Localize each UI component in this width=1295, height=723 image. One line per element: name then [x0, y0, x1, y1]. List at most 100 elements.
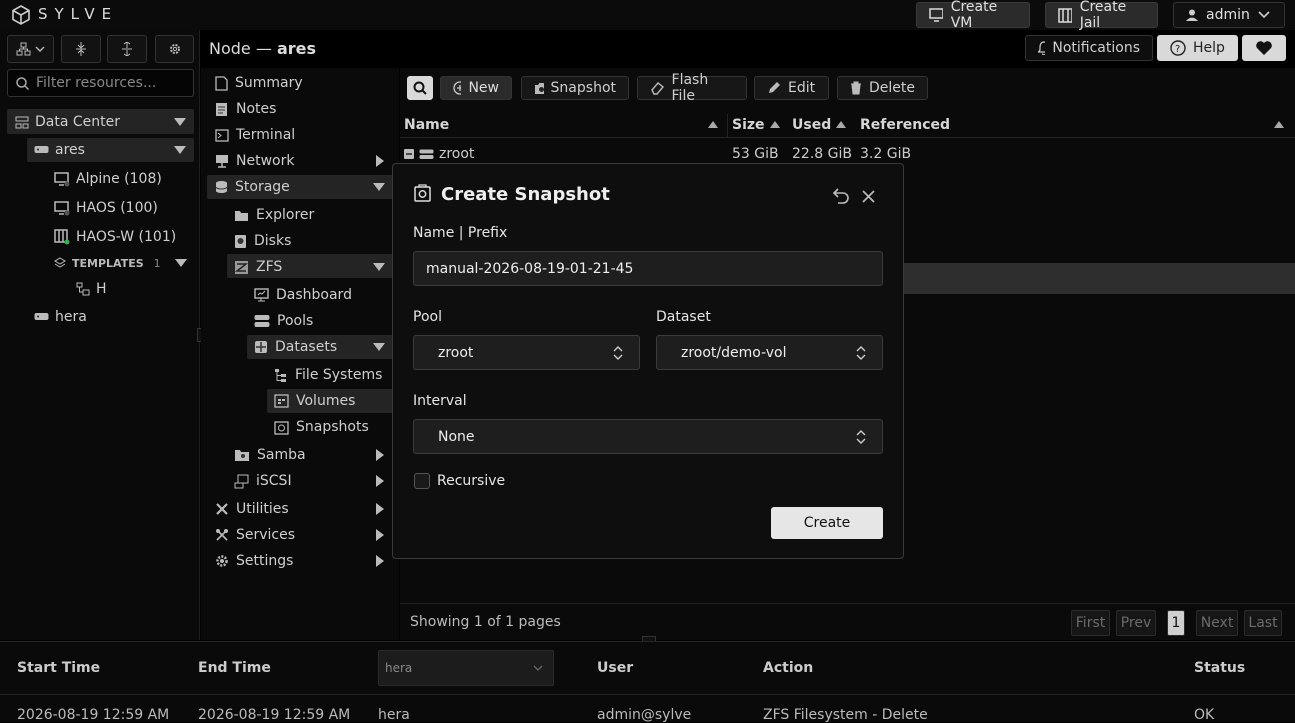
utilities-chevron-icon[interactable] — [376, 503, 384, 515]
table-row[interactable]: zroot — [404, 146, 474, 162]
close-icon[interactable] — [862, 190, 875, 203]
task-node-select[interactable]: hera — [378, 650, 554, 686]
column-header-referenced[interactable]: Referenced — [860, 114, 950, 136]
node-chevron-icon[interactable] — [174, 146, 186, 154]
nav-settings[interactable]: Settings — [215, 549, 293, 573]
nav-explorer[interactable]: Explorer — [234, 203, 314, 227]
nav-services[interactable]: Services — [215, 523, 295, 547]
nav-terminal[interactable]: Terminal — [215, 123, 295, 147]
nav-pools[interactable]: Pools — [254, 309, 313, 333]
search-button[interactable] — [407, 76, 433, 100]
nav-volumes[interactable]: Volumes — [274, 389, 355, 413]
nav-zfs[interactable]: ZFS — [234, 255, 282, 279]
nav-storage[interactable]: Storage — [215, 175, 290, 199]
collapse-button[interactable] — [61, 35, 101, 63]
dataset-select[interactable]: zroot/demo-vol — [656, 335, 883, 370]
tree-datacenter[interactable]: Data Center — [15, 110, 120, 134]
network-icon — [216, 155, 228, 168]
network-chevron-icon[interactable] — [376, 155, 384, 167]
nav-iscsi[interactable]: iSCSI — [234, 469, 292, 493]
document-icon — [215, 75, 228, 91]
datasets-chevron-icon[interactable] — [373, 343, 385, 351]
zfs-chevron-icon[interactable] — [373, 263, 385, 271]
chevron-up-down-icon — [613, 346, 623, 360]
current-page-button[interactable]: 1 — [1167, 610, 1185, 636]
nav-network[interactable]: Network — [215, 149, 294, 173]
tree-vm-alpine[interactable]: Alpine (108) — [54, 167, 162, 191]
filter-resources-input[interactable]: Filter resources... — [7, 69, 194, 97]
snapshot-label: Snapshot — [550, 80, 616, 96]
next-page-button[interactable]: Next — [1196, 610, 1238, 636]
task-column-status[interactable]: Status — [1194, 660, 1245, 676]
sort-asc-icon[interactable] — [1274, 121, 1284, 128]
delete-button[interactable]: Delete — [837, 76, 928, 100]
current-page-label: 1 — [1171, 615, 1181, 631]
nav-dashboard[interactable]: Dashboard — [254, 283, 352, 307]
tree-jail-haos-w[interactable]: HAOS-W (101) — [54, 225, 176, 249]
tree-templates[interactable]: TEMPLATES 1 — [54, 251, 161, 275]
notifications-button[interactable]: Notifications — [1025, 35, 1153, 61]
task-column-end[interactable]: End Time — [198, 660, 271, 676]
task-divider — [0, 694, 1295, 695]
reset-icon[interactable] — [833, 188, 850, 204]
nav-disks[interactable]: Disks — [234, 229, 291, 253]
edit-button[interactable]: Edit — [754, 76, 829, 100]
last-page-button[interactable]: Last — [1244, 610, 1282, 636]
help-button[interactable]: ? Help — [1157, 35, 1238, 61]
first-page-button[interactable]: First — [1071, 610, 1110, 636]
samba-chevron-icon[interactable] — [376, 449, 384, 461]
nav-snapshots[interactable]: Snapshots — [274, 415, 369, 439]
create-jail-button[interactable]: Create Jail — [1045, 0, 1158, 31]
settings-button[interactable] — [155, 35, 194, 63]
column-header-size[interactable]: Size — [732, 114, 765, 136]
storage-chevron-icon[interactable] — [373, 183, 385, 191]
nav-label: Datasets — [275, 339, 338, 355]
nav-datasets[interactable]: Datasets — [254, 335, 337, 359]
pool-select[interactable]: zroot — [413, 335, 640, 370]
expand-button[interactable] — [107, 35, 147, 63]
datacenter-chevron-icon[interactable] — [174, 118, 186, 126]
templates-chevron-icon[interactable] — [175, 259, 187, 267]
tree-view-button[interactable] — [7, 35, 54, 63]
nav-summary[interactable]: Summary — [215, 71, 303, 95]
notifications-label: Notifications — [1052, 40, 1140, 56]
user-menu[interactable]: admin — [1173, 2, 1285, 28]
nav-samba[interactable]: Samba — [234, 443, 306, 467]
nav-notes[interactable]: Notes — [215, 97, 276, 121]
donate-button[interactable] — [1242, 35, 1286, 61]
task-column-start[interactable]: Start Time — [17, 660, 100, 676]
prev-page-button[interactable]: Prev — [1116, 610, 1156, 636]
tree-node-ares[interactable]: ares — [34, 138, 85, 162]
folder-icon — [235, 210, 248, 221]
column-header-used[interactable]: Used — [792, 114, 831, 136]
nav-utilities[interactable]: Utilities — [215, 497, 289, 521]
create-vm-button[interactable]: Create VM — [916, 0, 1030, 31]
tree-template-h[interactable]: H — [76, 277, 107, 301]
name-prefix-input[interactable]: manual-2026-08-19-01-21-45 — [413, 251, 883, 286]
collapse-toggle-icon[interactable] — [404, 149, 414, 159]
task-column-action[interactable]: Action — [763, 660, 813, 676]
sort-asc-icon[interactable] — [708, 121, 718, 128]
tree-node-hera[interactable]: hera — [34, 305, 87, 329]
recursive-checkbox[interactable] — [414, 473, 430, 489]
templates-label: TEMPLATES — [72, 256, 144, 270]
services-chevron-icon[interactable] — [376, 529, 384, 541]
nav-file-systems[interactable]: File Systems — [274, 363, 382, 387]
jail-icon — [54, 229, 70, 245]
folder-tree-icon — [275, 368, 286, 382]
iscsi-chevron-icon[interactable] — [376, 475, 384, 487]
user-name: admin — [1206, 7, 1250, 23]
settings-chevron-icon[interactable] — [376, 555, 384, 567]
new-button[interactable]: New — [440, 76, 512, 100]
flash-file-button[interactable]: Flash File — [637, 72, 747, 104]
sort-asc-icon[interactable] — [770, 121, 780, 128]
column-header-name[interactable]: Name — [404, 114, 449, 136]
task-column-user[interactable]: User — [597, 660, 633, 676]
tree-vm-haos[interactable]: HAOS (100) — [54, 196, 158, 220]
chevron-up-down-icon — [856, 346, 866, 360]
snapshot-button[interactable]: Snapshot — [521, 76, 629, 100]
grid-icon — [255, 341, 267, 353]
interval-select[interactable]: None — [413, 419, 883, 454]
create-button[interactable]: Create — [771, 507, 883, 539]
sort-asc-icon[interactable] — [836, 121, 846, 128]
